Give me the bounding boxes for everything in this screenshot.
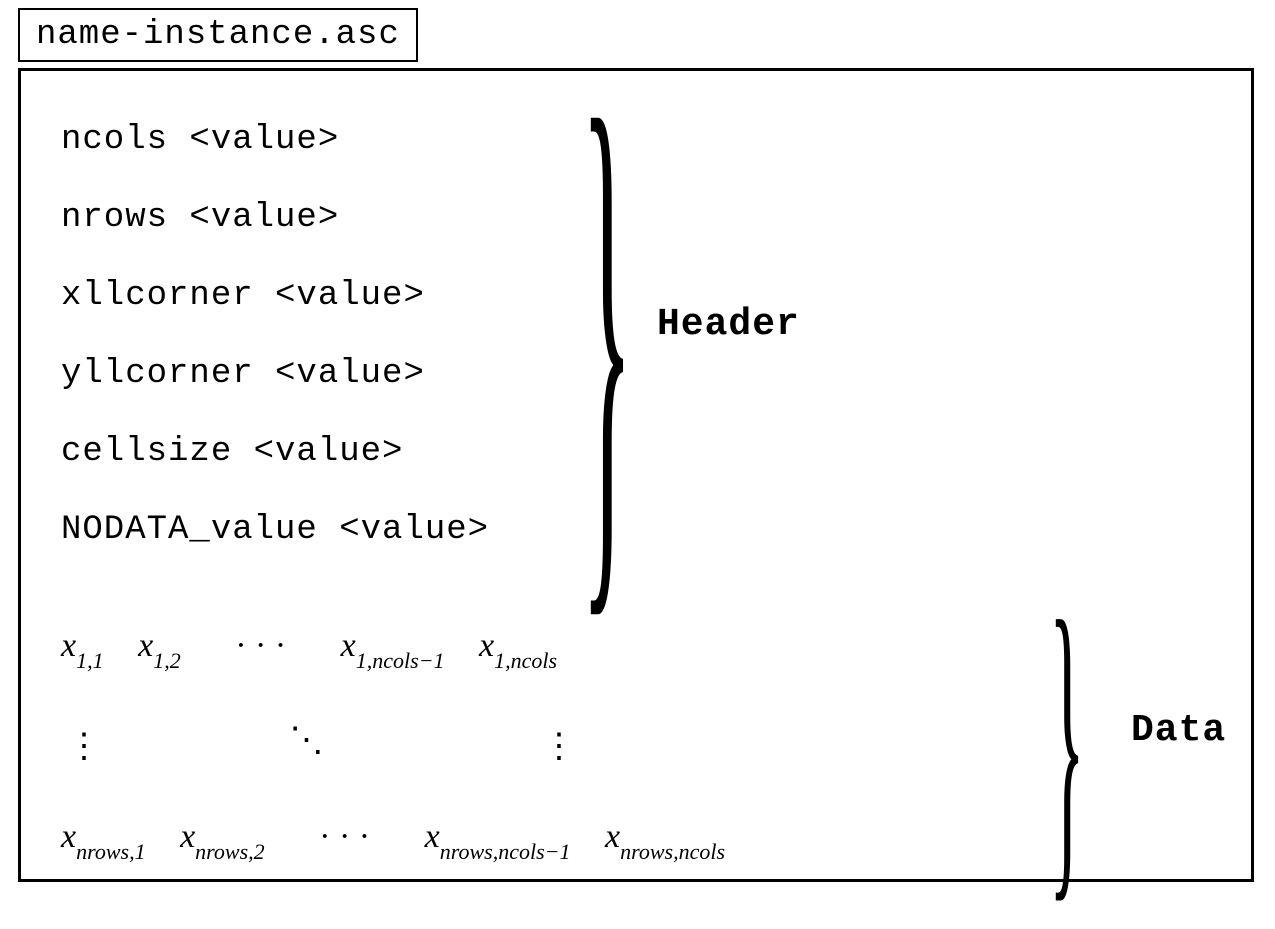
file-structure-box: ncols <value> nrows <value> xllcorner <v…	[18, 68, 1254, 882]
filename-box: name-instance.asc	[18, 8, 418, 62]
header-line: ncols <value>	[61, 101, 489, 179]
header-line: cellsize <value>	[61, 413, 489, 491]
header-line: yllcorner <value>	[61, 335, 489, 413]
filename-text: name-instance.asc	[36, 16, 400, 54]
data-row: x1,1 x1,2 · · · x1,ncols−1 x1,ncols	[61, 601, 725, 702]
brace-icon: }	[581, 97, 633, 567]
brace-icon: }	[1049, 611, 1085, 871]
data-row: xnrows,1 xnrows,2 · · · xnrows,ncols−1 x…	[61, 792, 725, 893]
header-line: xllcorner <value>	[61, 257, 489, 335]
data-block: x1,1 x1,2 · · · x1,ncols−1 x1,ncols ⋮ ⋱ …	[61, 601, 725, 893]
header-line: NODATA_value <value>	[61, 491, 489, 569]
header-label: Header	[657, 303, 800, 346]
ellipsis-row: ⋮ ⋱ ⋮	[61, 702, 725, 792]
header-block: ncols <value> nrows <value> xllcorner <v…	[61, 101, 489, 569]
header-line: nrows <value>	[61, 179, 489, 257]
data-label: Data	[1131, 709, 1226, 752]
